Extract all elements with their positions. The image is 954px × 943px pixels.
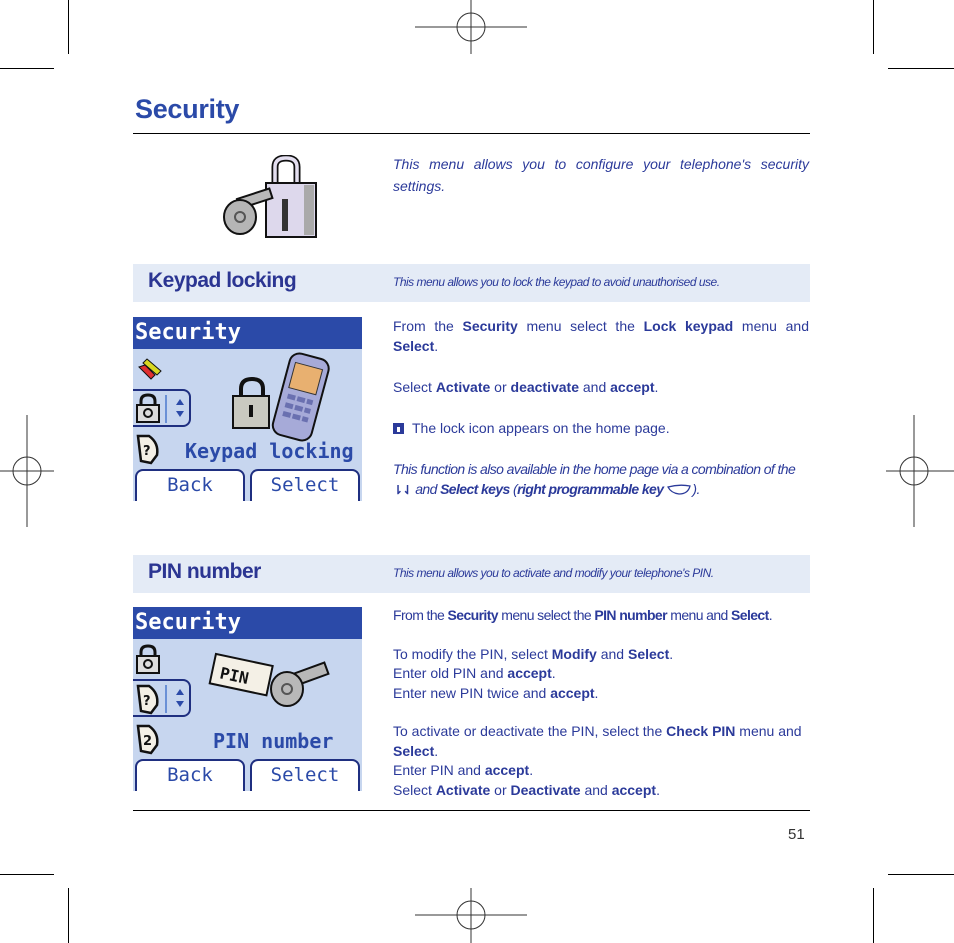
phone-screen-pin-number: Security ? 2 PIN PIN number Back Select [133, 607, 362, 791]
modify-step-1: To modify the PIN, select Modify and Sel… [393, 645, 674, 662]
right-softkey-icon [667, 484, 692, 495]
screen-header: Security [133, 317, 362, 349]
footer-rule [133, 810, 810, 811]
step-2: Select Activate or deactivate and accept… [393, 379, 659, 395]
section-title: PIN number [148, 560, 261, 583]
padlock-icon [136, 644, 160, 674]
step-1: From the Security menu select the Lock k… [393, 318, 809, 354]
modify-step-2: Enter old PIN and accept. [393, 665, 556, 681]
crop-mark [888, 68, 954, 69]
lock-and-key-icon [223, 155, 317, 238]
modify-step-3: Enter new PIN twice and accept. [393, 684, 599, 701]
page-title: Security [135, 94, 240, 124]
crop-mark [888, 874, 954, 875]
screen-item-label: PIN number [213, 729, 334, 753]
registration-mark-bottom [415, 888, 527, 943]
section-description: This menu allows you to lock the keypad … [393, 275, 720, 289]
registration-mark-left [0, 415, 54, 527]
pin-key-icon: PIN [208, 652, 330, 707]
scroll-arrows-icon [174, 685, 186, 711]
section-header-pin-number: PIN number This menu allows you to activ… [133, 555, 810, 593]
crop-mark [68, 0, 69, 54]
help-icon: ? [136, 684, 159, 715]
check-step-1: To activate or deactivate the PIN, selec… [393, 723, 802, 759]
section-description: This menu allows you to activate and mod… [393, 566, 714, 580]
check-step-3: Select Activate or Deactivate and accept… [393, 781, 660, 798]
scroll-arrows-icon [174, 395, 186, 421]
registration-mark-right [886, 415, 954, 527]
check-step-2: Enter PIN and accept. [393, 762, 534, 778]
svg-text:?: ? [143, 444, 151, 459]
svg-text:2: 2 [143, 734, 152, 749]
intro-text: This menu allows you to configure your t… [393, 156, 809, 194]
tools-icon [138, 358, 162, 380]
keypad-locking-instructions: From the Security menu select the Lock k… [393, 316, 809, 500]
page-number: 51 [788, 826, 805, 843]
screen-item-label: Keypad locking [185, 439, 354, 463]
step-1: From the Security menu select the PIN nu… [393, 607, 773, 623]
svg-text:?: ? [143, 694, 151, 709]
crop-mark [873, 0, 874, 54]
help-2-icon: 2 [136, 724, 159, 755]
softkey-select[interactable]: Select [250, 469, 360, 501]
softkey-back[interactable]: Back [135, 469, 245, 501]
lock-icon [393, 423, 404, 434]
lock-note: The lock icon appears on the home page. [393, 418, 809, 438]
crop-mark [873, 888, 874, 943]
shortcut-tip: This function is also available in the h… [393, 461, 796, 497]
crop-mark [0, 874, 54, 875]
section-header-keypad-locking: Keypad locking This menu allows you to l… [133, 264, 810, 302]
phone-screen-keypad-locking: Security ? Keypad locking Back Select [133, 317, 362, 501]
softkey-select[interactable]: Select [250, 759, 360, 791]
title-rule [133, 133, 810, 134]
crop-mark [68, 888, 69, 943]
padlock-icon [136, 393, 160, 423]
help-icon: ? [136, 434, 159, 465]
softkey-back[interactable]: Back [135, 759, 245, 791]
crop-mark [0, 68, 54, 69]
locked-phone-icon [232, 352, 330, 442]
screen-header: Security [133, 607, 362, 639]
section-title: Keypad locking [148, 269, 297, 292]
star-hash-key-icon: ⇂⇃ [393, 483, 413, 497]
pin-number-instructions: From the Security menu select the PIN nu… [393, 606, 809, 800]
registration-mark-top [415, 0, 527, 54]
